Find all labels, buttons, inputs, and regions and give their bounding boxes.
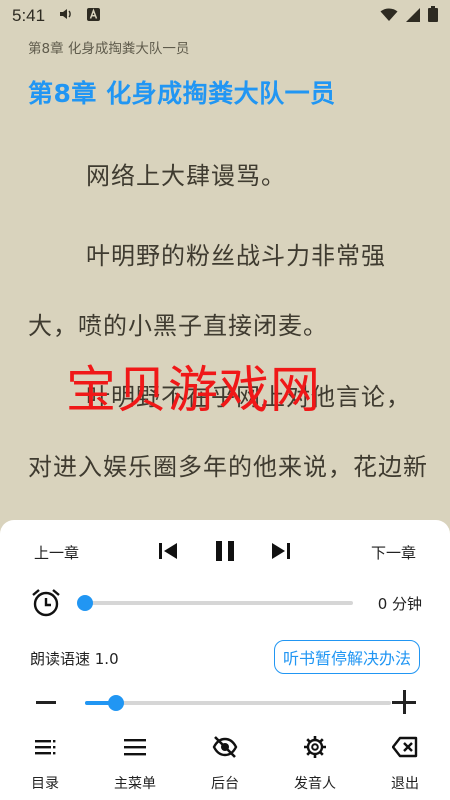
status-time: 5:41 bbox=[12, 6, 46, 25]
prev-chapter-button[interactable]: 上一章 bbox=[34, 542, 79, 563]
wifi-icon bbox=[380, 7, 398, 26]
eye-off-icon bbox=[212, 734, 238, 764]
skip-next-icon[interactable] bbox=[266, 536, 296, 566]
decrease-speed-icon[interactable] bbox=[36, 701, 56, 704]
tts-player-panel: 上一章 下一章 0 分钟 朗读语速 1.0 听书暂停解决办法 目录 主菜单 后台… bbox=[0, 520, 450, 800]
backspace-icon bbox=[391, 734, 418, 764]
nav-item-background[interactable]: 后台 bbox=[180, 730, 270, 800]
bottom-nav: 目录 主菜单 后台 发音人 退出 bbox=[0, 730, 450, 800]
menu-icon bbox=[122, 734, 148, 764]
reader-page[interactable]: 第8章 化身成掏粪大队一员 第8章 化身成掏粪大队一员 网络上大肆谩骂。 叶明野… bbox=[0, 32, 450, 522]
nav-label: 目录 bbox=[31, 776, 59, 792]
skip-previous-icon[interactable] bbox=[153, 536, 183, 566]
increase-speed-icon[interactable] bbox=[392, 690, 416, 714]
playback-controls: 上一章 下一章 bbox=[0, 534, 450, 570]
nav-item-exit[interactable]: 退出 bbox=[360, 730, 450, 800]
signal-icon bbox=[406, 7, 420, 26]
nav-label: 退出 bbox=[391, 776, 419, 792]
chapter-header: 第8章 化身成掏粪大队一员 bbox=[28, 41, 190, 57]
pause-icon[interactable] bbox=[210, 536, 240, 566]
paragraph: 网络上大肆谩骂。 bbox=[86, 162, 286, 190]
nav-label: 主菜单 bbox=[114, 776, 156, 792]
watermark: 宝贝游戏网 bbox=[66, 361, 321, 419]
sleep-timer-slider[interactable] bbox=[77, 595, 353, 611]
nav-label: 发音人 bbox=[294, 776, 336, 792]
battery-icon bbox=[428, 6, 438, 26]
timer-value: 0 分钟 bbox=[377, 595, 422, 613]
gear-icon bbox=[302, 734, 328, 764]
pause-help-button[interactable]: 听书暂停解决办法 bbox=[273, 640, 420, 674]
a-badge-icon bbox=[87, 7, 101, 25]
slider-thumb[interactable] bbox=[107, 695, 124, 711]
sleep-timer-row: 0 分钟 bbox=[0, 584, 450, 620]
nav-item-main-menu[interactable]: 主菜单 bbox=[90, 730, 180, 800]
toc-icon bbox=[32, 734, 58, 764]
speed-row: 朗读语速 1.0 听书暂停解决办法 bbox=[0, 640, 450, 676]
nav-item-voice[interactable]: 发音人 bbox=[270, 730, 360, 800]
alarm-clock-icon[interactable] bbox=[30, 587, 62, 619]
slider-thumb[interactable] bbox=[77, 595, 93, 611]
paragraph: 叶明野的粉丝战斗力非常强大，喷的小黑子直接闭麦。 bbox=[28, 242, 386, 340]
nav-item-toc[interactable]: 目录 bbox=[0, 730, 90, 800]
status-bar: 5:41 bbox=[0, 0, 450, 32]
media-icon bbox=[59, 7, 73, 25]
chapter-title: 第8章 化身成掏粪大队一员 bbox=[28, 79, 336, 108]
next-chapter-button[interactable]: 下一章 bbox=[371, 542, 416, 563]
status-icons bbox=[380, 6, 438, 26]
speed-slider-row bbox=[0, 684, 450, 720]
reading-speed-label: 朗读语速 1.0 bbox=[30, 650, 119, 668]
speed-slider[interactable] bbox=[85, 695, 391, 711]
nav-label: 后台 bbox=[211, 776, 239, 792]
